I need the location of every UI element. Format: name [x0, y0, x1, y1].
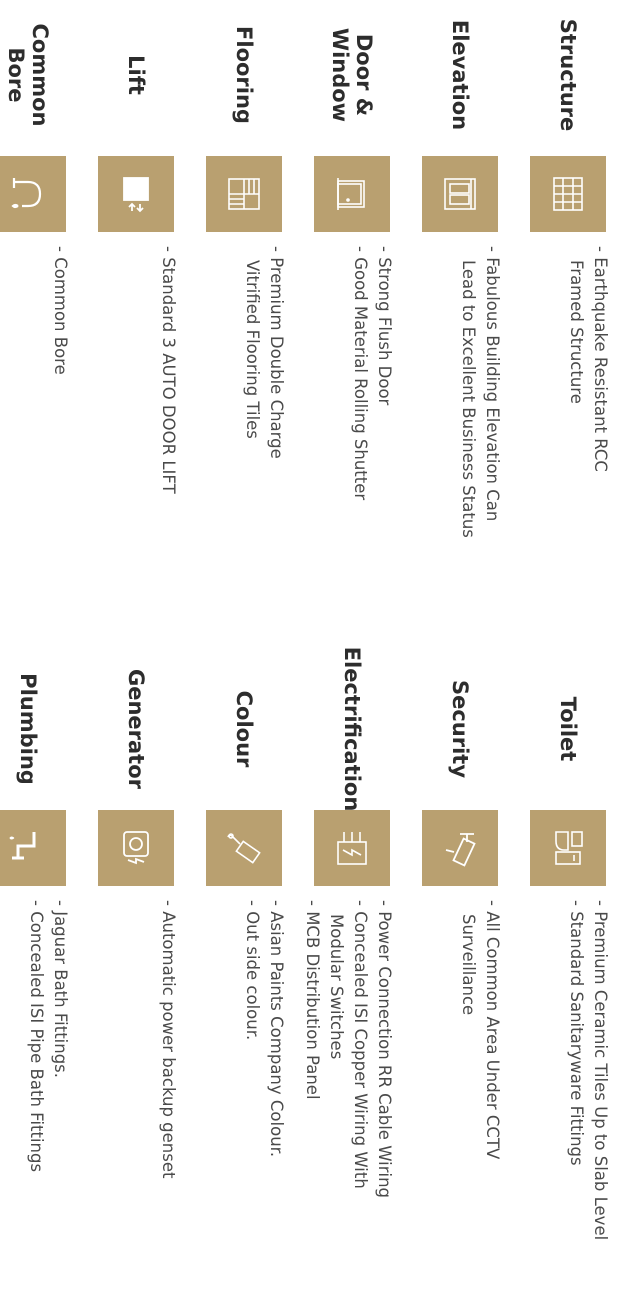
- spec-title: Common Bore: [4, 23, 52, 127]
- spec-description: - Asian Paints Company Colour. - Out sid…: [200, 900, 288, 1306]
- spec-title: Generator: [124, 668, 148, 790]
- spec-line: Lead to Excellent Business Status: [459, 260, 478, 538]
- spec-title: Flooring: [232, 26, 256, 124]
- spec-title: Electrification: [340, 646, 364, 812]
- spec-title: Plumbing: [16, 673, 40, 785]
- spec-title: Security: [448, 679, 472, 779]
- spec-item-lift: Lift - Standard 3 AUTO DOOR LIFT: [82, 0, 190, 654]
- spec-line: - Standard 3 AUTO DOOR LIFT: [159, 246, 178, 494]
- spec-line: - Good Material Rolling Shutter: [351, 246, 370, 501]
- plumbing-pipe-icon: [0, 810, 66, 886]
- spec-title: Door & Window: [328, 27, 376, 123]
- spec-line: Vitrified Flooring Tiles: [243, 260, 262, 439]
- spec-title: Lift: [124, 55, 148, 95]
- water-tap-icon: [0, 156, 66, 232]
- spec-line: - Concealed ISI Copper Wiring With: [351, 900, 370, 1189]
- spec-item-toilet: Toilet - Premium Ceramic Tiles Up to Sla…: [514, 654, 622, 1308]
- spec-line: - Common Bore: [51, 246, 70, 375]
- spec-title: Elevation: [448, 19, 472, 131]
- spec-description: - Automatic power backup genset: [92, 900, 180, 1306]
- spec-line: - Fabulous Building Elevation Can: [483, 246, 502, 522]
- spec-item-common-bore: Common Bore - Common Bore: [0, 0, 82, 654]
- spec-item-structure: Structure - Earthquake Resistant RCC Fra…: [514, 0, 622, 654]
- spec-title: Structure: [556, 18, 580, 132]
- spec-item-security: Security - All Common Area Under CCTV Su…: [406, 654, 514, 1308]
- building-elevation-icon: [422, 156, 498, 232]
- spec-line: - All Common Area Under CCTV: [483, 900, 502, 1160]
- spec-line: - Out side colour.: [243, 900, 262, 1041]
- generator-icon: [98, 810, 174, 886]
- spec-line: - Automatic power backup genset: [159, 900, 178, 1179]
- spec-item-elevation: Elevation - Fabulous Building Elevation …: [406, 0, 514, 654]
- spec-item-generator: Generator - Automatic power backup gense…: [82, 654, 190, 1308]
- spec-item-electrification: Electrification - Power Connection RR Ca…: [298, 646, 406, 1308]
- spec-item-colour: Colour - Asian Paints Company Colour. - …: [190, 654, 298, 1308]
- specifications-panel: Structure - Earthquake Resistant RCC Fra…: [0, 0, 622, 1309]
- floor-tiles-icon: [206, 156, 282, 232]
- spec-item-door-window: Door & Window - Strong Flush Door - Good…: [298, 0, 406, 654]
- spec-description: - Strong Flush Door - Good Material Roll…: [308, 246, 396, 652]
- spec-item-plumbing: Plumbing - Jaguar Bath Fittings. - Conce…: [0, 654, 82, 1308]
- spec-line: Modular Switches: [327, 914, 346, 1060]
- spec-description: - Jaguar Bath Fittings. - Concealed ISI …: [0, 900, 72, 1306]
- lift-icon: [98, 156, 174, 232]
- spec-line: - Asian Paints Company Colour.: [267, 900, 286, 1158]
- spec-description: - All Common Area Under CCTV Surveillanc…: [416, 900, 504, 1306]
- spec-line: - Concealed ISI Pipe Bath Fittings: [27, 900, 46, 1173]
- spec-title: Toilet: [556, 696, 580, 762]
- spec-description: - Premium Double Charge Vitrified Floori…: [200, 246, 288, 652]
- spec-line: - Premium Ceramic Tiles Up to Slab Level: [591, 900, 610, 1241]
- spec-description: - Earthquake Resistant RCC Framed Struct…: [524, 246, 612, 652]
- toilet-sanitary-icon: [530, 810, 606, 886]
- spec-description: - Standard 3 AUTO DOOR LIFT: [92, 246, 180, 652]
- spec-description: - Power Connection RR Cable Wiring - Con…: [303, 900, 396, 1306]
- spec-line: - MCB Distribution Panel: [303, 900, 322, 1100]
- cctv-camera-icon: [422, 810, 498, 886]
- spec-line: - Standard Sanitaryware Fittings: [567, 900, 586, 1166]
- spec-description: - Common Bore: [0, 246, 72, 652]
- spec-title: Colour: [232, 690, 256, 768]
- spec-line: - Power Connection RR Cable Wiring: [375, 900, 394, 1199]
- structure-frame-icon: [530, 156, 606, 232]
- spec-line: - Earthquake Resistant RCC: [591, 246, 610, 472]
- spec-item-flooring: Flooring - Premium Double Charge Vitrifi…: [190, 0, 298, 654]
- spec-line: Framed Structure: [567, 260, 586, 404]
- spec-line: - Strong Flush Door: [375, 246, 394, 406]
- door-window-icon: [314, 156, 390, 232]
- spec-description: - Fabulous Building Elevation Can Lead t…: [416, 246, 504, 652]
- spec-line: - Jaguar Bath Fittings.: [51, 900, 70, 1079]
- paint-roller-icon: [206, 810, 282, 886]
- spec-description: - Premium Ceramic Tiles Up to Slab Level…: [524, 900, 612, 1306]
- spec-line: Surveillance: [459, 914, 478, 1016]
- spec-line: - Premium Double Charge: [267, 246, 286, 459]
- electric-panel-icon: [314, 810, 390, 886]
